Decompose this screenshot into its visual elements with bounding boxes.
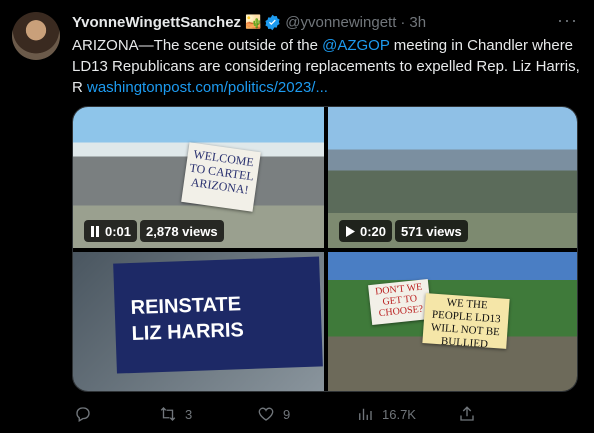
protest-sign-a: DON'T WE GET TO CHOOSE? (368, 278, 432, 326)
reinstate-banner: REINSTATE LIZ HARRIS (113, 256, 323, 374)
tweet-header: YvonneWingettSanchez 🏜️ @yvonnewingett ·… (72, 12, 426, 32)
pause-time-1[interactable]: 0:01 (84, 220, 138, 242)
verified-badge-icon (264, 14, 281, 31)
banner-text: REINSTATE LIZ HARRIS (130, 291, 244, 347)
user-handle[interactable]: @yvonnewingett (285, 14, 396, 31)
video-time-1: 0:01 (105, 223, 132, 239)
video-thumbnail-1[interactable]: WELCOME TO CARTEL ARIZONA! 0:01 2,878 vi… (73, 107, 324, 248)
mention-link[interactable]: @AZGOP (322, 37, 389, 54)
photo-3[interactable]: REINSTATE LIZ HARRIS (73, 252, 324, 391)
views-icon (359, 408, 372, 420)
view-count-1: 2,878 views (140, 220, 224, 242)
retweet-icon (160, 407, 176, 421)
tweet-text: ARIZONA—The scene outside of the @AZGOP … (72, 35, 582, 98)
retweet-count: 3 (185, 406, 193, 422)
retweet-button[interactable]: 3 (159, 404, 192, 424)
play-time-2[interactable]: 0:20 (339, 220, 393, 242)
banner-line-2: LIZ HARRIS (131, 319, 245, 346)
action-bar: 3 9 16.7K (72, 404, 578, 424)
media-grid: WELCOME TO CARTEL ARIZONA! 0:01 2,878 vi… (72, 106, 578, 392)
views-count: 16.7K (382, 406, 416, 422)
banner-line-1: REINSTATE (130, 293, 242, 320)
photo-4[interactable]: DON'T WE GET TO CHOOSE? WE THE PEOPLE LD… (328, 252, 577, 391)
play-icon (346, 225, 355, 237)
views-button[interactable]: 16.7K (356, 404, 416, 424)
share-button[interactable] (458, 404, 476, 424)
view-count-2: 571 views (395, 220, 468, 242)
reply-button[interactable] (74, 404, 92, 424)
timestamp[interactable]: 3h (409, 14, 426, 31)
protest-sign: WELCOME TO CARTEL ARIZONA! (181, 142, 261, 212)
video-time-2: 0:20 (360, 223, 387, 239)
url-link[interactable]: washingtonpost.com/politics/2023/... (87, 79, 328, 96)
video-thumbnail-2[interactable]: 0:20 571 views (328, 107, 577, 248)
separator-dot: · (400, 13, 406, 31)
name-emoji: 🏜️ (245, 14, 262, 29)
more-options-icon[interactable]: ··· (557, 10, 578, 31)
like-count: 9 (283, 406, 291, 422)
protest-sign-b: WE THE PEOPLE LD13 WILL NOT BE BULLIED (422, 293, 510, 351)
video-info-1: 0:01 2,878 views (84, 220, 227, 242)
pause-icon (91, 225, 99, 237)
heart-icon (258, 407, 274, 421)
share-icon (460, 406, 474, 421)
avatar[interactable] (12, 12, 60, 60)
reply-icon (76, 407, 90, 422)
like-button[interactable]: 9 (257, 404, 290, 424)
display-name[interactable]: YvonneWingettSanchez (72, 14, 241, 31)
tweet-text-part1: ARIZONA—The scene outside of the (72, 37, 323, 54)
video-info-2: 0:20 571 views (339, 220, 471, 242)
